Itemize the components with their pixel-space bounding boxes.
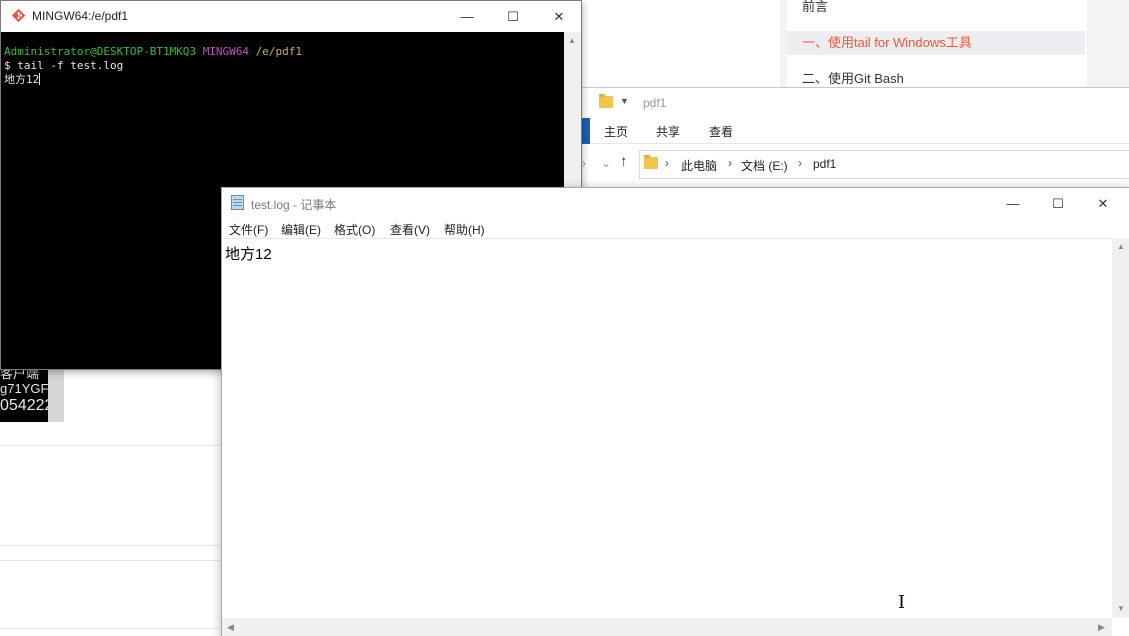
divider xyxy=(0,628,220,629)
maximize-button[interactable]: ☐ xyxy=(1035,188,1081,219)
address-bar[interactable]: › 此电脑 › 文档 (E:) › pdf1 xyxy=(639,150,1129,179)
command-line: $ tail -f test.log xyxy=(4,59,124,72)
folder-icon xyxy=(644,155,658,169)
editor-content[interactable]: 地方12 xyxy=(225,243,272,264)
snippet-line: 054222 xyxy=(0,397,48,414)
scroll-right-icon[interactable]: ▶ xyxy=(1098,622,1105,633)
up-arrow-icon[interactable]: ↑ xyxy=(620,153,628,170)
forward-icon[interactable]: › xyxy=(582,156,586,170)
scroll-up-icon[interactable]: ▲ xyxy=(1117,242,1125,251)
recent-icon[interactable]: ⌄ xyxy=(601,156,611,170)
close-button[interactable]: ✕ xyxy=(536,1,582,32)
menu-file[interactable]: 文件(F) xyxy=(229,221,268,238)
divider xyxy=(0,445,220,446)
breadcrumb-this-pc[interactable]: 此电脑 xyxy=(681,157,717,174)
prompt-system: MINGW64 xyxy=(202,45,250,58)
scroll-left-icon[interactable]: ◀ xyxy=(227,622,234,633)
divider xyxy=(0,560,220,561)
scroll-up-icon[interactable]: ▲ xyxy=(568,36,576,45)
divider xyxy=(0,545,220,546)
horizontal-scrollbar[interactable]: ◀ ▶ xyxy=(222,618,1112,636)
notepad-title: test.log - 记事本 xyxy=(251,198,337,212)
tab-view[interactable]: 查看 xyxy=(709,123,733,140)
maximize-button[interactable]: ☐ xyxy=(490,1,536,32)
tab-home[interactable]: 主页 xyxy=(604,123,628,140)
tail-output: 地方12 xyxy=(4,73,40,86)
breadcrumb-separator-icon[interactable]: › xyxy=(728,156,732,170)
terminal-output[interactable]: Administrator@DESKTOP-BT1MKQ3 MINGW64 /e… xyxy=(4,45,564,87)
explorer-title-bar: ▼ pdf1 xyxy=(579,88,1129,118)
close-button[interactable]: ✕ xyxy=(1080,188,1126,219)
tab-share[interactable]: 共享 xyxy=(656,123,680,140)
breadcrumb-separator-icon[interactable]: › xyxy=(798,156,802,170)
snippet-line: g71YGF/ xyxy=(0,381,48,396)
breadcrumb-separator-icon[interactable]: › xyxy=(665,156,669,170)
toc-item-preface[interactable]: 前言 xyxy=(787,0,1085,19)
terminal-title-bar: MINGW64:/e/pdf1 — ☐ ✕ xyxy=(1,1,581,32)
menu-format[interactable]: 格式(O) xyxy=(334,221,375,238)
scroll-down-icon[interactable]: ▼ xyxy=(1117,604,1125,613)
menu-view[interactable]: 查看(V) xyxy=(390,221,430,238)
folder-icon xyxy=(599,94,613,108)
explorer-ribbon: 主页 共享 查看 xyxy=(579,118,1129,144)
vertical-scrollbar[interactable]: ▲ ▼ xyxy=(1112,238,1129,618)
minimize-button[interactable]: — xyxy=(990,188,1036,219)
ibeam-cursor-icon: I xyxy=(898,592,906,613)
text-cursor xyxy=(39,73,41,85)
notepad-window: test.log - 记事本 — ☐ ✕ 文件(F) 编辑(E) 格式(O) 查… xyxy=(221,187,1129,636)
notepad-title-bar: test.log - 记事本 — ☐ ✕ xyxy=(222,188,1129,218)
terminal-title: MINGW64:/e/pdf1 xyxy=(32,9,129,23)
menu-bar: 文件(F) 编辑(E) 格式(O) 查看(V) 帮助(H) xyxy=(222,218,1129,238)
prompt-user: Administrator@DESKTOP-BT1MKQ3 xyxy=(4,45,197,58)
text-editor[interactable]: 地方12 xyxy=(222,238,1112,618)
quick-access-dropdown-icon[interactable]: ▼ xyxy=(620,96,629,106)
menu-edit[interactable]: 编辑(E) xyxy=(281,221,321,238)
prompt-path: /e/pdf1 xyxy=(255,45,303,58)
notepad-icon xyxy=(231,195,244,210)
minimize-button[interactable]: — xyxy=(444,1,490,32)
breadcrumb-documents[interactable]: 文档 (E:) xyxy=(741,157,788,174)
explorer-title: pdf1 xyxy=(643,96,667,110)
address-bar-row: › ⌄ ↑ › 此电脑 › 文档 (E:) › pdf1 xyxy=(579,148,1129,182)
table-of-contents: 前言 一、使用tail for Windows工具 二、使用Git Bash xyxy=(787,0,1087,100)
menu-help[interactable]: 帮助(H) xyxy=(444,221,485,238)
toc-item-tail-windows[interactable]: 一、使用tail for Windows工具 xyxy=(787,31,1085,55)
breadcrumb-pdf1[interactable]: pdf1 xyxy=(813,157,836,171)
git-icon xyxy=(12,9,25,22)
image-snippet-dark: 客户端 g71YGF/ 054222 xyxy=(0,366,48,422)
